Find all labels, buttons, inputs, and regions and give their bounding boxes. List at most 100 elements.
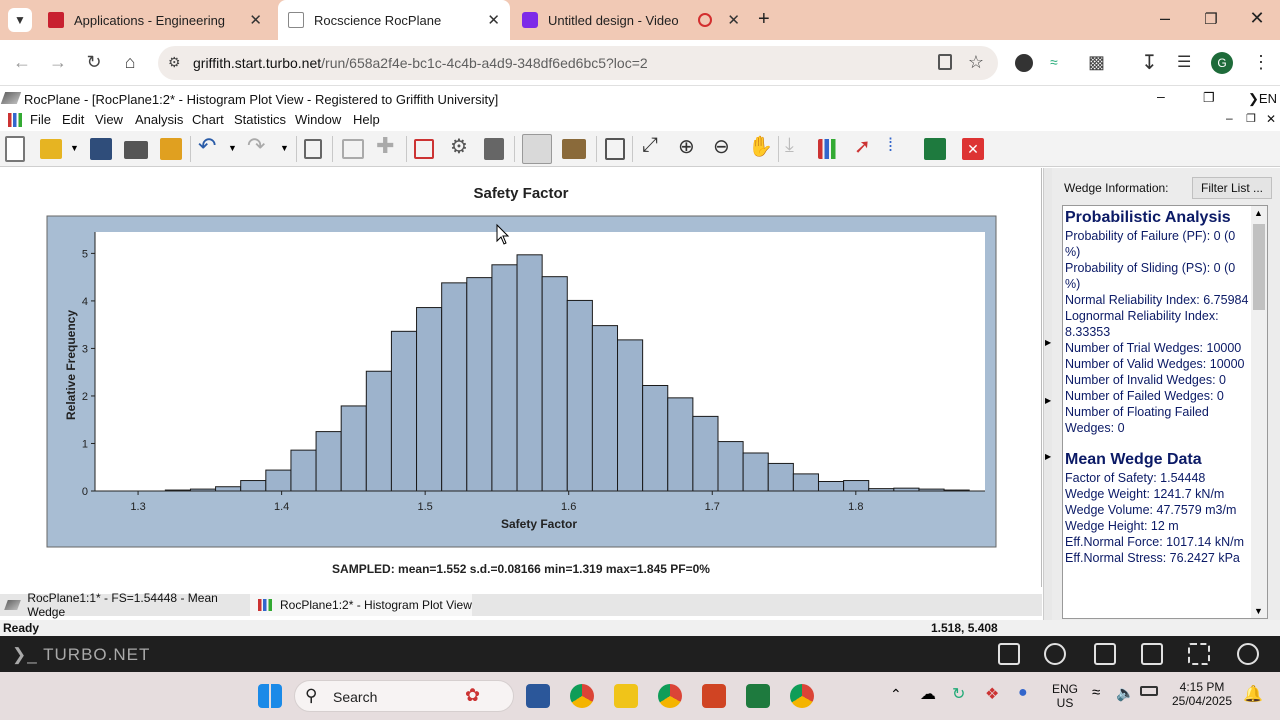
- volume-icon[interactable]: 🔈: [1116, 684, 1135, 702]
- info-scrollbar[interactable]: ▲ ▼: [1251, 206, 1267, 618]
- collapse-arrow-icon[interactable]: ▶: [1045, 452, 1051, 461]
- histogram-bar[interactable]: [692, 415, 719, 492]
- redo-dropdown-icon[interactable]: ▼: [280, 143, 290, 169]
- close-window-button[interactable]: ✕: [1242, 8, 1272, 29]
- browser-tab-untitled-design[interactable]: Untitled design - Video ✕: [514, 0, 750, 40]
- browser-tab-applications[interactable]: Applications - Engineering ✕: [40, 0, 272, 40]
- back-icon[interactable]: ←: [10, 52, 34, 73]
- undo-dropdown-icon[interactable]: ▼: [228, 143, 238, 169]
- scroll-up-icon[interactable]: ▲: [1254, 208, 1263, 218]
- chrome-profile-icon[interactable]: [658, 684, 682, 708]
- audio-icon[interactable]: [1044, 643, 1066, 665]
- clipboard-icon[interactable]: [938, 54, 952, 70]
- print-preview-icon[interactable]: [160, 138, 182, 160]
- scroll-down-icon[interactable]: ▼: [1254, 606, 1263, 616]
- histogram-bar[interactable]: [642, 384, 669, 492]
- new-tab-button[interactable]: +: [758, 8, 770, 31]
- media-control-icon[interactable]: ☰: [1177, 52, 1191, 72]
- open-dropdown-icon[interactable]: ▼: [70, 143, 80, 169]
- histogram-bar[interactable]: [390, 330, 418, 492]
- histogram-bar[interactable]: [290, 449, 317, 492]
- browser-menu-icon[interactable]: ⋮: [1252, 52, 1270, 73]
- reload-icon[interactable]: ↻: [82, 52, 106, 73]
- menu-statistics[interactable]: Statistics: [234, 112, 286, 127]
- extension-icon-wave[interactable]: ≈: [1050, 54, 1070, 72]
- histogram-bar[interactable]: [265, 469, 292, 492]
- mdi-minimize-button[interactable]: –: [1226, 111, 1233, 125]
- histogram-bar[interactable]: [667, 397, 694, 492]
- show-hidden-icons-icon[interactable]: ⌃: [890, 686, 902, 703]
- histogram-bar[interactable]: [441, 282, 468, 492]
- address-bar[interactable]: ⚙ griffith.start.turbo.net/run/658a2f4e-…: [158, 46, 998, 80]
- dropbox-icon[interactable]: ❖: [985, 684, 999, 704]
- menu-analysis[interactable]: Analysis: [135, 112, 183, 127]
- menu-window[interactable]: Window: [295, 112, 341, 127]
- menu-help[interactable]: Help: [353, 112, 380, 127]
- histogram-bar[interactable]: [767, 462, 794, 492]
- histogram-bar[interactable]: [591, 325, 619, 492]
- histogram-bar[interactable]: [215, 486, 242, 492]
- open-folder-icon[interactable]: [40, 139, 62, 159]
- file-explorer-icon[interactable]: [614, 684, 638, 708]
- menu-edit[interactable]: Edit: [62, 112, 84, 127]
- word-icon[interactable]: [526, 684, 550, 708]
- bookmark-star-icon[interactable]: ☆: [968, 52, 984, 73]
- powerpoint-icon[interactable]: [702, 684, 726, 708]
- print-icon[interactable]: [124, 141, 148, 159]
- browser-tab-rocplane[interactable]: Rocscience RocPlane ✕: [278, 0, 510, 40]
- add-point-icon[interactable]: ✚: [376, 133, 402, 159]
- mdi-close-button[interactable]: ✕: [1266, 112, 1276, 126]
- sync-icon[interactable]: ↻: [952, 684, 965, 704]
- histogram-bar[interactable]: [466, 277, 493, 492]
- doc-tab-mean-wedge[interactable]: RocPlane1:1* - FS=1.54448 - Mean Wedge: [0, 591, 248, 619]
- histogram-bar[interactable]: [491, 264, 518, 492]
- taskbar-clock[interactable]: 4:15 PM 25/04/2025: [1170, 680, 1234, 708]
- histogram-bar[interactable]: [792, 473, 819, 492]
- scatter-plot-icon[interactable]: ⁞: [888, 135, 914, 161]
- panel-splitter[interactable]: ▶ ▶ ▶: [1043, 168, 1052, 635]
- wedge-info-box[interactable]: Probabilistic Analysis Probability of Fa…: [1062, 205, 1268, 619]
- folder-icon[interactable]: [1094, 643, 1116, 665]
- histogram-bar[interactable]: [617, 339, 644, 492]
- histogram-bar[interactable]: [541, 276, 568, 492]
- zoom-in-icon[interactable]: ⊕: [678, 134, 704, 160]
- split-screen-icon[interactable]: [998, 643, 1020, 665]
- line-chart-disabled-icon[interactable]: ⤓: [785, 134, 811, 160]
- profile-avatar[interactable]: G: [1211, 52, 1233, 74]
- restore-window-button[interactable]: ❐: [1196, 10, 1226, 28]
- excel-icon[interactable]: [746, 684, 770, 708]
- download-icon[interactable]: ↧: [1141, 50, 1158, 75]
- histogram-bar[interactable]: [817, 480, 845, 492]
- doc-tab-histogram[interactable]: RocPlane1:2* - Histogram Plot View: [250, 594, 472, 616]
- grid-icon[interactable]: [342, 139, 364, 159]
- expand-icon[interactable]: [1188, 643, 1210, 665]
- app-minimize-button[interactable]: –: [1157, 88, 1165, 104]
- wedge-view-icon[interactable]: [522, 134, 552, 164]
- new-file-icon[interactable]: [5, 136, 25, 162]
- histogram-bar[interactable]: [516, 254, 543, 492]
- power-icon[interactable]: [1237, 643, 1259, 665]
- collapse-arrow-icon[interactable]: ▶: [1045, 338, 1051, 347]
- microphone-icon[interactable]: ●: [1018, 684, 1028, 702]
- cumulative-chart-icon[interactable]: ➚: [854, 134, 880, 160]
- undo-icon[interactable]: ↶: [198, 133, 224, 159]
- battery-icon[interactable]: [1140, 686, 1158, 696]
- histogram-icon[interactable]: [818, 139, 840, 159]
- scroll-thumb[interactable]: [1253, 224, 1265, 310]
- collapse-arrow-icon[interactable]: ▶: [1045, 396, 1051, 405]
- chrome-alt-icon[interactable]: [790, 684, 814, 708]
- copy-icon[interactable]: [304, 139, 322, 159]
- save-icon[interactable]: [90, 138, 112, 160]
- histogram-bar[interactable]: [315, 431, 342, 492]
- printer-icon[interactable]: [1141, 643, 1163, 665]
- menu-chart[interactable]: Chart: [192, 112, 224, 127]
- histogram-bar[interactable]: [416, 307, 443, 492]
- extensions-puzzle-icon[interactable]: ▩: [1088, 52, 1105, 73]
- pan-icon[interactable]: ✋: [748, 134, 774, 160]
- input-language[interactable]: ENG US: [1050, 682, 1080, 710]
- fullscreen-icon[interactable]: ⤢: [642, 134, 668, 160]
- calculator-icon[interactable]: [484, 138, 504, 160]
- chrome-icon[interactable]: [570, 684, 594, 708]
- redo-icon[interactable]: ↷: [247, 133, 273, 159]
- zoom-out-icon[interactable]: ⊖: [713, 134, 739, 160]
